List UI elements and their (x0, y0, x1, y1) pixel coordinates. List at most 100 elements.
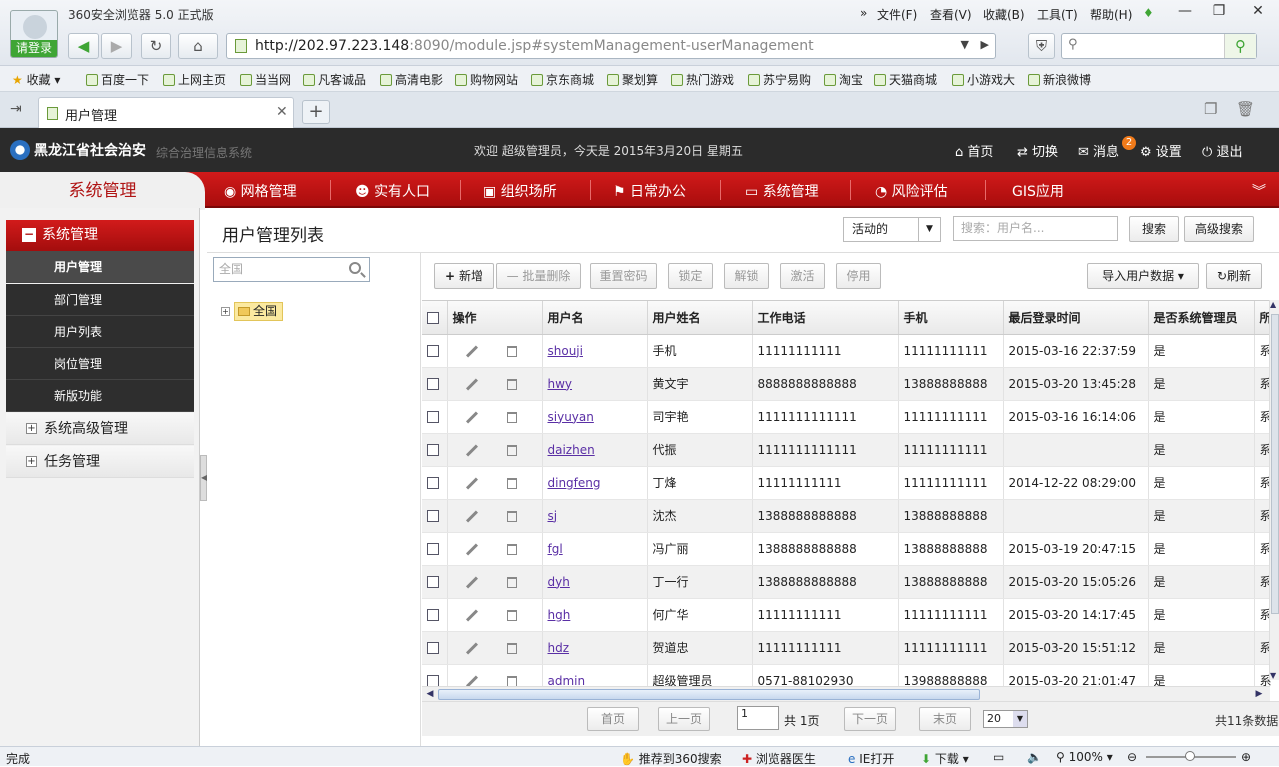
cell-username[interactable]: hdz (542, 631, 648, 665)
cell-username[interactable]: sj (542, 499, 648, 533)
screen-icon[interactable]: ▭ (993, 750, 1004, 764)
trash-icon[interactable]: 🗑 (1236, 100, 1255, 118)
logout-link[interactable]: ⏻ 退出 (1202, 141, 1242, 160)
row-checkbox[interactable] (422, 499, 448, 533)
bookmark-item[interactable]: 新浪微博 (1028, 71, 1091, 88)
new-tab-button[interactable]: + (302, 100, 330, 124)
import-users-button[interactable]: 导入用户数据 ▾ (1087, 263, 1199, 289)
forward-button[interactable]: ▶ (101, 33, 132, 59)
disable-button[interactable]: 停用 (836, 263, 881, 289)
delete-icon[interactable] (506, 543, 517, 555)
row-checkbox[interactable] (422, 532, 448, 566)
minimize-icon[interactable]: — (1172, 3, 1198, 23)
nav-office[interactable]: ⚑ 日常办公 (613, 181, 686, 201)
row-checkbox[interactable] (422, 367, 448, 401)
edit-icon[interactable] (465, 542, 478, 556)
delete-icon[interactable] (506, 675, 517, 687)
grid-horizontal-scrollbar[interactable]: ◀ ▶ (422, 686, 1270, 701)
zoom-slider-thumb[interactable] (1185, 751, 1195, 761)
chevron-right-icon[interactable]: » (860, 6, 867, 20)
row-checkbox[interactable] (422, 400, 448, 434)
row-checkbox[interactable] (422, 466, 448, 500)
browser-doctor-button[interactable]: ✚ 浏览器医生 (742, 750, 816, 767)
bookmark-item[interactable]: 苏宁易购 (748, 71, 811, 88)
search-go-icon[interactable]: ⚲ (1224, 34, 1256, 58)
username-link[interactable]: dingfeng (548, 476, 601, 490)
bookmark-item[interactable]: 聚划算 (607, 71, 658, 88)
shirt-icon[interactable]: ♦ (1143, 6, 1154, 20)
bookmark-item[interactable]: 上网主页 (163, 71, 226, 88)
tree-node-root[interactable]: 全国 (234, 302, 283, 321)
speaker-icon[interactable]: 🔈 (1027, 750, 1042, 764)
search-icon[interactable] (349, 262, 361, 274)
settings-link[interactable]: ⚙ 设置 (1140, 141, 1182, 160)
bookmark-item[interactable]: 高清电影 (380, 71, 443, 88)
edit-icon[interactable] (465, 476, 478, 490)
delete-icon[interactable] (506, 411, 517, 423)
table-row[interactable]: fgl 冯广丽 1388888888888 13888888888 2015-03-19… (422, 532, 1279, 566)
zoom-in-icon[interactable]: ⊕ (1241, 750, 1251, 764)
bookmark-item[interactable]: 小游戏大 (952, 71, 1015, 88)
nav-gis[interactable]: GIS应用 (1012, 181, 1064, 201)
next-page-button[interactable]: 下一页 (844, 707, 896, 731)
tab-close-icon[interactable]: ✕ (276, 104, 288, 120)
col-work-phone[interactable]: 工作电话 (752, 301, 899, 335)
username-link[interactable]: sj (548, 509, 558, 523)
download-button[interactable]: ⬇ 下载 ▾ (921, 750, 969, 767)
nav-system[interactable]: ▭ 系统管理 (745, 181, 819, 201)
menu-view[interactable]: 查看(V) (930, 6, 972, 23)
address-bar[interactable]: http://202.97.223.148:8090/module.jsp#sy… (226, 33, 996, 59)
bookmark-item[interactable]: 京东商城 (531, 71, 594, 88)
username-link[interactable]: hwy (548, 377, 573, 391)
table-row[interactable]: sj 沈杰 1388888888888 13888888888 是系 (422, 499, 1279, 533)
restore-icon[interactable]: ❐ (1206, 3, 1232, 23)
edit-icon[interactable] (465, 509, 478, 523)
sidebar-toggle-icon[interactable]: ⇥ (10, 101, 22, 117)
table-row[interactable]: hwy 黄文宇 8888888888888 13888888888 2015-03-20… (422, 367, 1279, 401)
cell-username[interactable]: dingfeng (542, 466, 648, 500)
go-icon[interactable]: ▶ (981, 38, 989, 51)
activate-button[interactable]: 激活 (780, 263, 825, 289)
sidebar-item-user-management[interactable]: 用户管理 (6, 251, 194, 283)
add-button[interactable]: + 新增 (434, 263, 494, 289)
sidebar-collapse-handle[interactable]: ◀ (200, 455, 207, 501)
sidebar-item-department[interactable]: 部门管理 (6, 284, 194, 316)
username-link[interactable]: daizhen (548, 443, 595, 457)
col-fullname[interactable]: 用户姓名 (647, 301, 753, 335)
user-avatar[interactable]: 请登录 (10, 10, 58, 58)
tab-user-management[interactable]: 用户管理 ✕ (38, 97, 294, 128)
username-link[interactable]: siyuyan (548, 410, 594, 424)
scroll-left-icon[interactable]: ◀ (424, 688, 436, 700)
username-link[interactable]: shouji (548, 344, 583, 358)
delete-icon[interactable] (506, 510, 517, 522)
sidebar-item-position[interactable]: 岗位管理 (6, 348, 194, 380)
bookmark-item[interactable]: 热门游戏 (671, 71, 734, 88)
col-username[interactable]: 用户名 (542, 301, 648, 335)
search-button[interactable]: 搜索 (1129, 216, 1179, 242)
address-url[interactable]: http://202.97.223.148:8090/module.jsp#sy… (255, 38, 814, 54)
scroll-thumb[interactable] (1271, 314, 1279, 614)
recommend-360-button[interactable]: ✋ 推荐到360搜索 (620, 750, 722, 767)
username-link[interactable]: dyh (548, 575, 570, 589)
home-link[interactable]: ⌂ 首页 (955, 141, 993, 160)
username-link[interactable]: hdz (548, 641, 570, 655)
batch-delete-button[interactable]: — 批量删除 (496, 263, 581, 289)
nav-risk[interactable]: ◔ 风险评估 (875, 181, 948, 201)
ie-open-button[interactable]: e IE打开 (848, 750, 894, 767)
delete-icon[interactable] (506, 477, 517, 489)
close-icon[interactable]: ✕ (1245, 3, 1271, 23)
refresh-icon[interactable]: ↻ (141, 33, 171, 59)
chevron-double-down-icon[interactable]: ︾ (1252, 181, 1266, 201)
scroll-thumb[interactable] (438, 689, 980, 700)
bookmark-item[interactable]: 淘宝 (824, 71, 863, 88)
table-row[interactable]: daizhen 代振 1111111111111 11111111111 是系 (422, 433, 1279, 467)
delete-icon[interactable] (506, 444, 517, 456)
lock-button[interactable]: 锁定 (668, 263, 713, 289)
sidebar-group-system[interactable]: − 系统管理 (6, 220, 194, 251)
delete-icon[interactable] (506, 345, 517, 357)
edit-icon[interactable] (465, 608, 478, 622)
table-row[interactable]: shouji 手机 11111111111 11111111111 2015-03-16… (422, 334, 1279, 368)
bookmark-item[interactable]: 凡客诚品 (303, 71, 366, 88)
col-last-login[interactable]: 最后登录时间 (1003, 301, 1149, 335)
zoom-control[interactable]: ⚲ 100% ▾ (1056, 750, 1113, 764)
